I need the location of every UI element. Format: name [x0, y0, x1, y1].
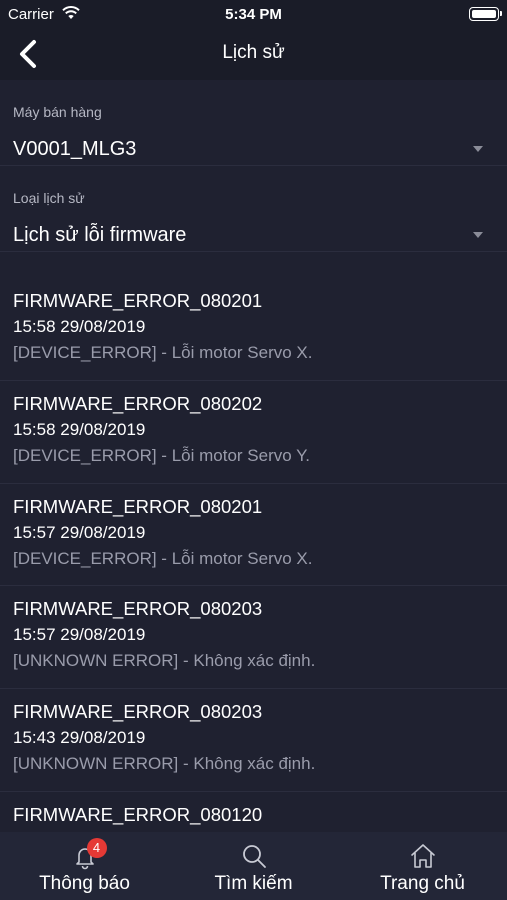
battery-icon [469, 7, 502, 21]
clock: 5:34 PM [225, 6, 282, 23]
error-time: 15:58 29/08/2019 [13, 419, 146, 439]
nav-bar: Lịch sử [0, 28, 507, 80]
error-time: 15:43 29/08/2019 [13, 728, 146, 747]
history-type-label: Loại lịch sử [13, 190, 85, 206]
error-code: FIRMWARE_ERROR_080201 [13, 495, 263, 517]
error-description: [DEVICE_ERROR] - Lỗi motor Servo Y. [13, 445, 310, 465]
home-icon [410, 844, 435, 868]
tab-home[interactable]: Trang chủ [338, 832, 507, 900]
error-time: 15:58 29/08/2019 [13, 317, 146, 336]
tab-notifications[interactable]: 4 Thông báo [0, 832, 169, 900]
tab-label: Thông báo [39, 873, 130, 894]
tab-label: Tìm kiếm [214, 873, 293, 894]
list-item[interactable]: FIRMWARE_ERROR_080120 [0, 792, 507, 832]
history-type-select[interactable]: Loại lịch sử Lịch sử lỗi firmware [0, 166, 507, 252]
error-code: FIRMWARE_ERROR_080120 [13, 803, 263, 825]
dropdown-arrow-icon [473, 146, 483, 152]
error-time: 15:57 29/08/2019 [13, 522, 146, 542]
tab-label: Trang chủ [380, 873, 465, 894]
error-code: FIRMWARE_ERROR_080203 [13, 598, 263, 620]
error-code: FIRMWARE_ERROR_080202 [13, 392, 263, 414]
list-item[interactable]: FIRMWARE_ERROR_080201 15:57 29/08/2019 [… [0, 484, 507, 587]
list-item[interactable]: FIRMWARE_ERROR_080203 15:43 29/08/2019 [… [0, 689, 507, 792]
list-item[interactable]: FIRMWARE_ERROR_080203 15:57 29/08/2019 [… [0, 586, 507, 689]
history-type-value: Lịch sử lỗi firmware [13, 224, 187, 246]
filter-form: Máy bán hàng V0001_MLG3 Loại lịch sử Lịc… [0, 80, 507, 252]
error-description: [UNKNOWN ERROR] - Không xác định. [13, 754, 316, 773]
machine-value: V0001_MLG3 [13, 138, 137, 160]
error-time: 15:57 29/08/2019 [13, 625, 146, 645]
history-list: FIRMWARE_ERROR_080201 15:58 29/08/2019 [… [0, 278, 507, 832]
list-item[interactable]: FIRMWARE_ERROR_080201 15:58 29/08/2019 [… [0, 278, 507, 381]
list-item[interactable]: FIRMWARE_ERROR_080202 15:58 29/08/2019 [… [0, 381, 507, 484]
search-icon [242, 845, 266, 868]
status-bar: Carrier 5:34 PM [0, 0, 507, 28]
error-description: [UNKNOWN ERROR] - Không xác định. [13, 651, 316, 671]
tab-search[interactable]: Tìm kiếm [169, 832, 338, 900]
page-title: Lịch sử [222, 42, 285, 63]
error-description: [DEVICE_ERROR] - Lỗi motor Servo X. [13, 548, 313, 568]
machine-label: Máy bán hàng [13, 104, 102, 120]
error-description: [DEVICE_ERROR] - Lỗi motor Servo X. [13, 343, 313, 362]
tab-bar: 4 Thông báo Tìm kiếm Trang chủ [0, 832, 507, 900]
error-code: FIRMWARE_ERROR_080201 [13, 290, 263, 311]
notification-badge: 4 [86, 838, 107, 858]
dropdown-arrow-icon [473, 232, 483, 238]
error-code: FIRMWARE_ERROR_080203 [13, 701, 263, 722]
machine-select[interactable]: Máy bán hàng V0001_MLG3 [0, 80, 507, 166]
